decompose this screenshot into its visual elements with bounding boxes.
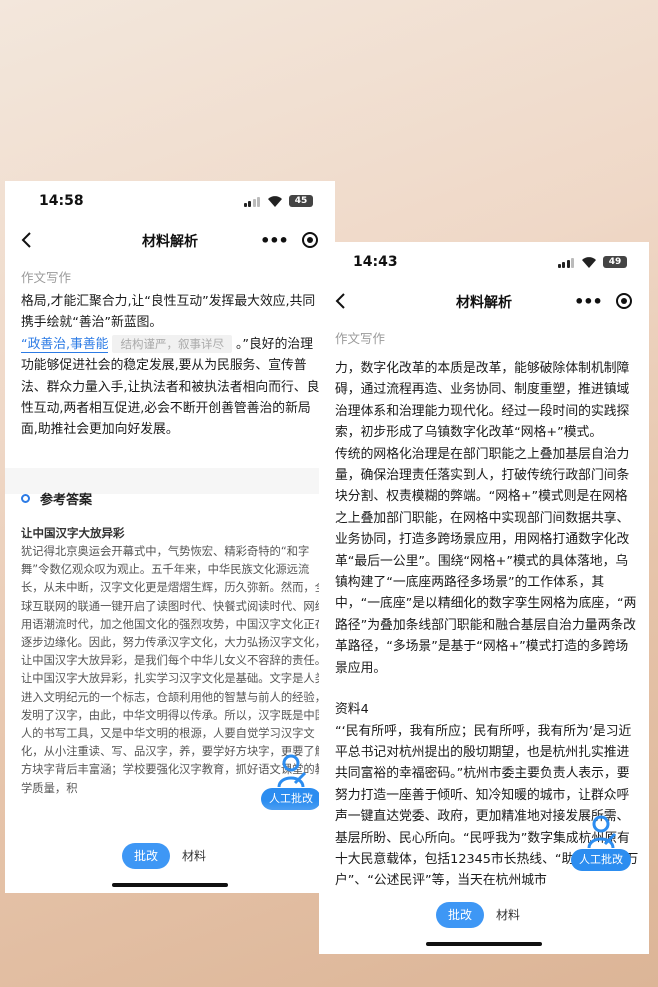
mini-program-capsule: ••• bbox=[567, 288, 639, 314]
mini-program-capsule: ••• bbox=[253, 227, 325, 253]
essay-title: 让中国汉字大放异彩 bbox=[21, 526, 125, 540]
essay-body: 格局,才能汇聚合力,让“良性互动”发挥最大效应,共同携手绘就“善治”新蓝图。 “… bbox=[21, 291, 325, 441]
tab-material[interactable]: 材料 bbox=[484, 902, 532, 928]
battery-icon: 49 bbox=[603, 256, 627, 268]
manual-review-icon bbox=[277, 754, 307, 788]
nav-bar: 材料解析 ••• bbox=[319, 282, 649, 320]
capsule-close-icon[interactable] bbox=[301, 232, 318, 248]
more-dots-icon[interactable]: ••• bbox=[260, 231, 289, 250]
manual-review-icon bbox=[587, 815, 617, 849]
bottom-tab-bar: 批改 材料 bbox=[5, 843, 335, 869]
signal-icon bbox=[243, 197, 260, 207]
reference-header: 参考答案 bbox=[21, 489, 92, 508]
more-dots-icon[interactable]: ••• bbox=[574, 292, 603, 311]
segmented-control: 批改 材料 bbox=[121, 843, 219, 869]
home-indicator bbox=[426, 942, 542, 946]
material-label: 资料4 bbox=[335, 702, 369, 718]
signal-icon bbox=[557, 258, 574, 268]
tab-grading[interactable]: 批改 bbox=[121, 843, 170, 869]
paragraph: 传统的网格化治理是在部门职能之上叠加基层自治力量，确保治理责任落实到人，打破传统… bbox=[335, 446, 637, 676]
wifi-icon bbox=[268, 196, 282, 207]
tab-grading[interactable]: 批改 bbox=[435, 902, 484, 928]
status-time: 14:58 bbox=[39, 193, 84, 209]
bottom-tab-bar: 批改 材料 bbox=[319, 902, 649, 928]
paragraph: 格局,才能汇聚合力,让“良性互动”发挥最大效应,共同携手绘就“善治”新蓝图。 bbox=[21, 294, 316, 331]
reference-dot-icon bbox=[21, 494, 30, 503]
status-time: 14:43 bbox=[353, 254, 398, 270]
nav-bar: 材料解析 ••• bbox=[5, 221, 335, 259]
highlighted-sentence[interactable]: “政善治,事善能 bbox=[21, 336, 109, 353]
material-body: 力，数字化改革的本质是改革，能够破除体制机制障碍，通过流程再造、业务协同、制度重… bbox=[335, 358, 639, 892]
manual-review-label: 人工批改 bbox=[571, 849, 631, 871]
paragraph: 犹记得北京奥运会开幕式中，气势恢宏、精彩奇特的“和字舞”令数亿观众叹为观止。五千… bbox=[21, 545, 327, 668]
phone-screenshot-left: 14:58 45 材料解析 ••• 作文写作 格局,才能汇聚合力,让“良性互动”… bbox=[5, 181, 335, 893]
status-bar: 14:43 49 bbox=[319, 242, 649, 282]
home-indicator bbox=[112, 883, 228, 887]
reference-title: 参考答案 bbox=[40, 493, 93, 508]
capsule-close-icon[interactable] bbox=[615, 293, 632, 309]
section-label: 作文写作 bbox=[21, 270, 72, 285]
manual-review-button[interactable]: 人工批改 bbox=[571, 814, 631, 874]
status-bar: 14:58 45 bbox=[5, 181, 335, 221]
battery-icon: 45 bbox=[289, 195, 313, 207]
phone-screenshot-right: 14:43 49 材料解析 ••• 作文写作 力，数字化改革的本质是改革，能够破… bbox=[319, 242, 649, 954]
paragraph: “政善治,事善能 结构谨严，叙事详尽 。”良好的治理功能够促进社会的稳定发展,要从为… bbox=[21, 334, 325, 441]
wifi-icon bbox=[582, 257, 596, 268]
comment-hint[interactable]: 结构谨严，叙事详尽 bbox=[112, 334, 232, 353]
paragraph: 力，数字化改革的本质是改革，能够破除体制机制障碍，通过流程再造、业务协同、制度重… bbox=[335, 361, 630, 441]
section-label: 作文写作 bbox=[335, 331, 386, 346]
tab-material[interactable]: 材料 bbox=[170, 843, 218, 869]
segmented-control: 批改 材料 bbox=[435, 902, 533, 928]
